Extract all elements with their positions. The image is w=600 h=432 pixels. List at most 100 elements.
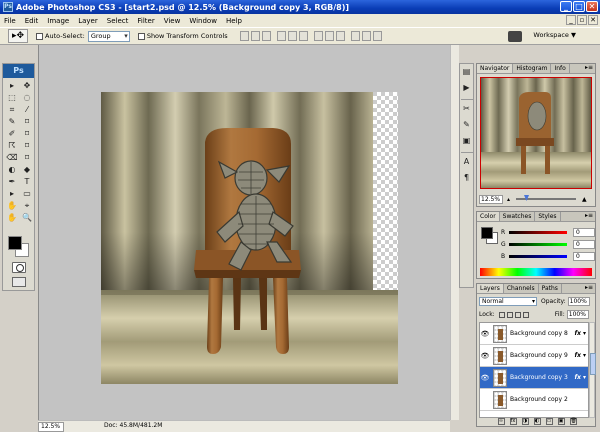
- zoom-out-icon[interactable]: ▴: [507, 196, 510, 203]
- paragraph-panel-icon[interactable]: ¶: [460, 173, 473, 186]
- menu-help[interactable]: Help: [226, 17, 242, 25]
- menu-window[interactable]: Window: [189, 17, 217, 25]
- eraser-tool-icon[interactable]: ☈: [5, 140, 19, 151]
- history-brush-icon[interactable]: ⌑: [20, 128, 34, 139]
- pen-tool-icon[interactable]: ✒: [5, 176, 19, 187]
- lock-position-icon[interactable]: [514, 311, 521, 318]
- tab-swatches[interactable]: Swatches: [500, 212, 536, 221]
- panel-menu-icon[interactable]: ▸≡: [585, 212, 595, 221]
- layer-row[interactable]: Background copy 2: [480, 389, 588, 411]
- distribute-top-icon[interactable]: [313, 31, 323, 41]
- healing-brush-icon[interactable]: ✎: [5, 116, 19, 127]
- hand-tool-icon[interactable]: ✋: [5, 200, 19, 211]
- menu-filter[interactable]: Filter: [137, 17, 154, 25]
- document-size-info[interactable]: Doc: 45.8M/481.2M: [104, 422, 162, 432]
- distribute-left-icon[interactable]: [350, 31, 360, 41]
- align-top-icon[interactable]: [239, 31, 249, 41]
- zoom-in-icon[interactable]: ▲: [582, 196, 587, 203]
- red-value[interactable]: 0: [573, 227, 595, 237]
- blend-mode-dropdown[interactable]: Normal: [479, 297, 537, 306]
- history-panel-icon[interactable]: ▤: [460, 67, 473, 80]
- auto-select-checkbox[interactable]: [36, 32, 43, 40]
- new-layer-icon[interactable]: ▣: [557, 418, 565, 425]
- tab-channels[interactable]: Channels: [504, 284, 539, 293]
- eye-icon[interactable]: 👁: [480, 330, 490, 338]
- menu-file[interactable]: File: [4, 17, 16, 25]
- path-selection-icon[interactable]: ▸: [5, 188, 19, 199]
- hand-tool-2-icon[interactable]: ✋: [5, 212, 19, 223]
- close-button[interactable]: ✕: [586, 1, 598, 12]
- photoshop-logo[interactable]: Ps: [3, 64, 34, 78]
- maximize-button[interactable]: □: [573, 1, 585, 12]
- eyedropper-tool-icon[interactable]: ⌖: [20, 200, 34, 211]
- align-right-icon[interactable]: [298, 31, 308, 41]
- tab-layers[interactable]: Layers: [477, 284, 504, 293]
- fx-icon[interactable]: fx: [575, 374, 581, 381]
- color-spectrum-ramp[interactable]: [480, 268, 592, 276]
- clone-source-icon[interactable]: ▣: [460, 136, 473, 149]
- add-layer-style-icon[interactable]: fx: [509, 418, 517, 425]
- type-tool-icon[interactable]: T: [20, 176, 34, 187]
- lock-pixels-icon[interactable]: [506, 311, 513, 318]
- green-value[interactable]: 0: [573, 239, 595, 249]
- layer-row[interactable]: 👁 Background copy 8 fx ▾: [480, 323, 588, 345]
- color-panel-foreground[interactable]: [481, 227, 493, 239]
- link-layers-icon[interactable]: ∞: [497, 418, 505, 425]
- crop-tool-icon[interactable]: ⌗: [5, 104, 19, 115]
- quick-mask-icon[interactable]: [12, 262, 26, 273]
- foreground-color-swatch[interactable]: [8, 236, 22, 250]
- distribute-vcenter-icon[interactable]: [324, 31, 334, 41]
- brushes-panel-icon[interactable]: ✎: [460, 120, 473, 133]
- eye-icon[interactable]: 👁: [480, 352, 490, 360]
- lock-transparency-icon[interactable]: [498, 311, 505, 318]
- distribute-bottom-icon[interactable]: [335, 31, 345, 41]
- tab-navigator[interactable]: Navigator: [477, 64, 514, 73]
- workspace-menu[interactable]: Workspace ▼: [533, 31, 576, 39]
- align-vcenter-icon[interactable]: [250, 31, 260, 41]
- fill-field[interactable]: 100%: [566, 310, 589, 319]
- zoom-tool-icon[interactable]: 🔍: [20, 212, 34, 223]
- doc-minimize-button[interactable]: _: [566, 15, 576, 25]
- fx-icon[interactable]: fx: [575, 352, 581, 359]
- vertical-scrollbar[interactable]: [450, 45, 459, 420]
- menu-image[interactable]: Image: [47, 17, 69, 25]
- actions-panel-icon[interactable]: ▶: [460, 83, 473, 96]
- align-left-icon[interactable]: [276, 31, 286, 41]
- red-slider[interactable]: [509, 230, 567, 234]
- move-tool-preset-icon[interactable]: ▸✥: [8, 29, 28, 43]
- panel-menu-icon[interactable]: ▸≡: [585, 64, 595, 73]
- shape-tool-icon[interactable]: ▭: [20, 188, 34, 199]
- brush-tool-icon[interactable]: ⌑: [20, 116, 34, 127]
- blue-slider[interactable]: [509, 254, 567, 258]
- blur-tool-icon[interactable]: ⌫: [5, 152, 19, 163]
- screen-mode-icon[interactable]: [12, 277, 26, 287]
- marquee-tool-icon[interactable]: ⬚: [5, 92, 19, 103]
- chevron-down-icon[interactable]: ▾: [583, 374, 586, 381]
- burn-tool-icon[interactable]: ◐: [5, 164, 19, 175]
- distribute-hcenter-icon[interactable]: [361, 31, 371, 41]
- tab-paths[interactable]: Paths: [539, 284, 562, 293]
- fx-icon[interactable]: fx: [575, 330, 581, 337]
- tab-histogram[interactable]: Histogram: [513, 64, 552, 73]
- layer-row-selected[interactable]: 👁 Background copy 3 fx ▾: [480, 367, 588, 389]
- menu-view[interactable]: View: [164, 17, 181, 25]
- panel-menu-icon[interactable]: ▸≡: [585, 284, 595, 293]
- menu-edit[interactable]: Edit: [25, 17, 39, 25]
- new-group-icon[interactable]: ▭: [545, 418, 553, 425]
- doc-close-button[interactable]: ✕: [588, 15, 598, 25]
- menu-select[interactable]: Select: [107, 17, 129, 25]
- gradient-tool-icon[interactable]: ⌑: [20, 140, 34, 151]
- navigator-preview[interactable]: [480, 77, 592, 189]
- tab-styles[interactable]: Styles: [535, 212, 561, 221]
- auto-select-dropdown[interactable]: Group: [87, 30, 130, 42]
- bridge-icon[interactable]: [508, 31, 522, 42]
- layer-row[interactable]: 👁 Background copy 9 fx ▾: [480, 345, 588, 367]
- distribute-right-icon[interactable]: [372, 31, 382, 41]
- align-hcenter-icon[interactable]: [287, 31, 297, 41]
- chevron-down-icon[interactable]: ▾: [583, 330, 586, 337]
- zoom-level-field[interactable]: 12.5%: [38, 422, 64, 432]
- opacity-field[interactable]: 100%: [567, 297, 590, 306]
- delete-layer-icon[interactable]: 🗑: [569, 418, 577, 425]
- lasso-tool-icon[interactable]: ◌: [20, 92, 34, 103]
- show-transform-checkbox[interactable]: [137, 32, 145, 40]
